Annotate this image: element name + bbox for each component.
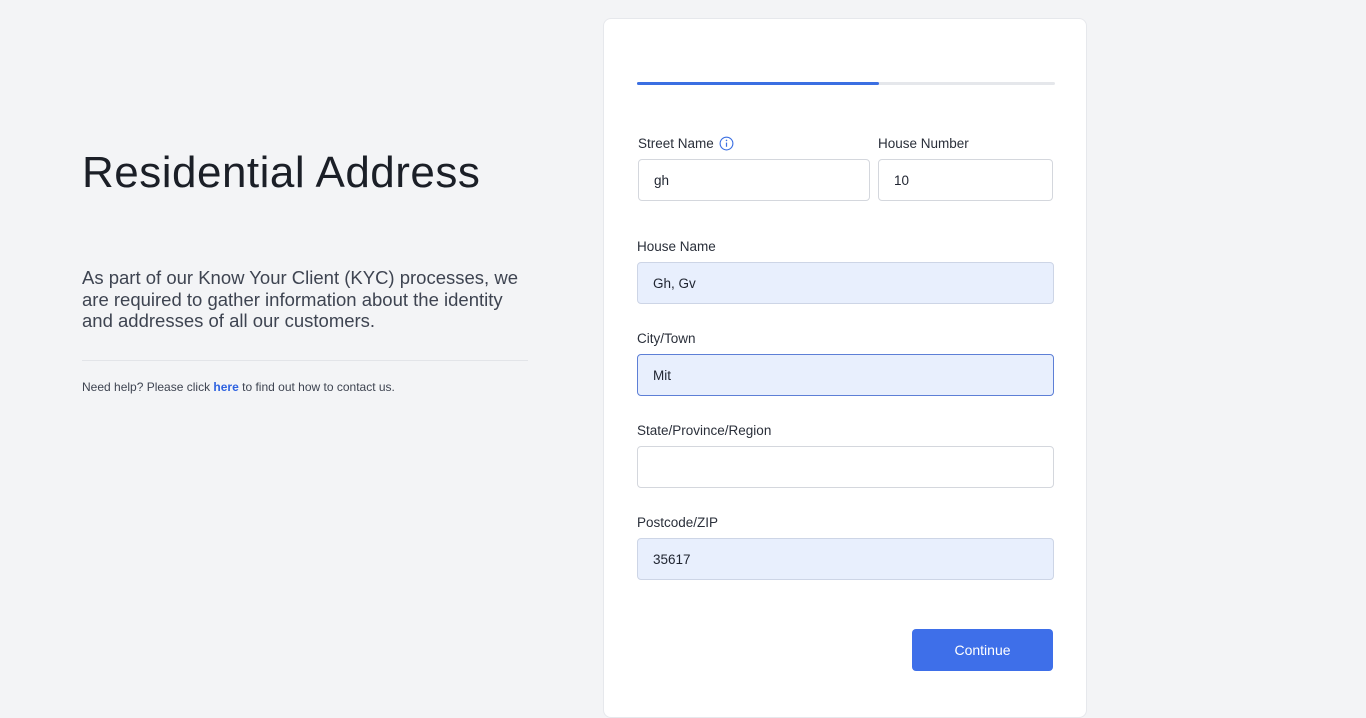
address-form-card: Street Name House Number House Name City… xyxy=(603,18,1087,718)
page-title: Residential Address xyxy=(82,148,481,197)
street-name-label: Street Name xyxy=(638,136,734,151)
progress-bar xyxy=(637,82,1055,85)
continue-button[interactable]: Continue xyxy=(912,629,1053,671)
kyc-description: As part of our Know Your Client (KYC) pr… xyxy=(82,267,518,331)
postcode-label: Postcode/ZIP xyxy=(637,515,719,530)
house-name-input[interactable] xyxy=(637,262,1054,304)
progress-fill xyxy=(637,82,880,85)
house-number-label: House Number xyxy=(878,136,969,151)
help-text: Need help? Please click here to find out… xyxy=(82,380,395,394)
street-name-label-text: Street Name xyxy=(638,136,714,151)
help-suffix: to find out how to contact us. xyxy=(238,380,395,394)
info-icon[interactable] xyxy=(719,136,734,151)
help-link[interactable]: here xyxy=(213,380,238,394)
house-number-input[interactable] xyxy=(878,159,1053,201)
divider xyxy=(82,360,528,361)
city-input[interactable] xyxy=(637,354,1054,396)
state-input[interactable] xyxy=(637,446,1054,488)
state-label: State/Province/Region xyxy=(637,423,772,438)
street-name-input[interactable] xyxy=(638,159,870,201)
postcode-input[interactable] xyxy=(637,538,1054,580)
house-name-label: House Name xyxy=(637,239,716,254)
help-prefix: Need help? Please click xyxy=(82,380,214,394)
city-label: City/Town xyxy=(637,331,696,346)
